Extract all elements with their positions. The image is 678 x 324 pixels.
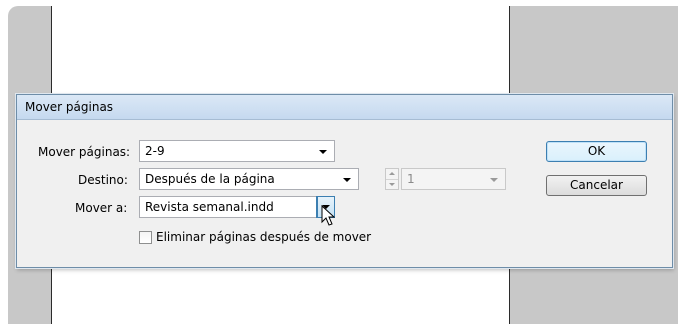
- spinner-divider: [386, 179, 398, 180]
- spinner-down-icon[interactable]: [389, 183, 395, 186]
- destination-dropdown[interactable]: Después de la página: [139, 168, 359, 190]
- move-pages-value: 2-9: [145, 144, 165, 158]
- cancel-button[interactable]: Cancelar: [546, 175, 647, 196]
- move-pages-label: Mover páginas:: [38, 145, 131, 159]
- move-pages-combobox[interactable]: 2-9: [139, 140, 335, 162]
- move-to-value: Revista semanal.indd: [145, 200, 274, 214]
- spinner-up-icon[interactable]: [389, 172, 395, 175]
- destination-label: Destino:: [78, 173, 128, 187]
- chevron-down-icon[interactable]: [490, 178, 498, 182]
- ok-button[interactable]: OK: [546, 141, 647, 162]
- dialog-titlebar: Mover páginas: [17, 95, 672, 120]
- page-number-spinner[interactable]: [385, 168, 399, 190]
- dialog-title: Mover páginas: [25, 100, 114, 114]
- delete-pages-checkbox-label[interactable]: Eliminar páginas después de mover: [156, 230, 371, 244]
- chevron-down-icon[interactable]: [319, 150, 327, 154]
- move-to-label: Mover a:: [75, 201, 128, 215]
- page-number-combobox[interactable]: 1: [401, 168, 506, 190]
- move-to-dropdown[interactable]: Revista semanal.indd: [139, 196, 335, 218]
- page-number-value: 1: [407, 172, 415, 186]
- destination-value: Después de la página: [145, 172, 275, 186]
- mouse-pointer-icon: [321, 205, 335, 226]
- chevron-down-icon[interactable]: [343, 178, 351, 182]
- delete-pages-checkbox[interactable]: [139, 231, 152, 244]
